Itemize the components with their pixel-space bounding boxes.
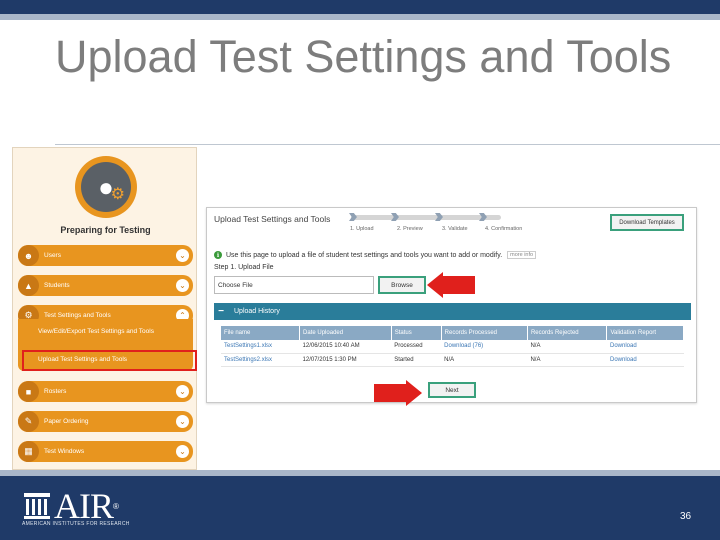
table-cell: N/A [527,353,607,367]
column-header: Validation Report [606,326,684,340]
users-icon: ☻ [18,245,39,266]
graduation-cap-icon: ▲ [18,275,39,296]
step-arrow-icon [391,213,399,221]
red-arrow-icon [427,272,475,298]
title-divider [55,144,720,145]
panel-title: Upload Test Settings and Tools [214,214,331,224]
paper-icon: ✎ [18,411,39,432]
sidebar-subitem-view-edit-export[interactable]: View/Edit/Export Test Settings and Tools [38,327,188,337]
validation-download-link[interactable]: Download [606,353,684,367]
column-header: Status [391,326,442,340]
sidebar-item-label: Students [44,282,70,289]
column-header: File name [221,326,301,340]
upload-history-header[interactable]: − Upload History [214,303,691,320]
step-heading: Step 1. Upload File [214,264,274,271]
browse-button[interactable]: Browse [378,276,426,294]
table-cell: 12/07/2015 1:30 PM [299,353,392,367]
air-logo: AIR ® [22,488,119,524]
sidebar-item-paper-ordering[interactable]: ✎ Paper Ordering ⌄ [18,411,193,432]
logo-text: AIR [54,486,114,526]
info-icon: ℹ [214,251,222,259]
top-band [0,0,720,14]
chevron-down-icon[interactable]: ⌄ [176,445,189,458]
next-button[interactable]: Next [428,382,476,398]
info-text: Use this page to upload a file of studen… [226,251,503,259]
table-cell: Started [391,353,442,367]
choose-file-field[interactable]: Choose File [214,276,374,294]
records-download-link[interactable]: Download (76) [441,340,528,354]
step-arrow-icon [479,213,487,221]
footer-stripe [0,470,720,476]
page-number: 36 [680,511,692,522]
avatar: ● ⚙ [75,156,137,218]
table-cell: N/A [441,353,528,367]
sidebar-item-label: Test Settings and Tools [44,312,111,319]
sidebar-item-rosters[interactable]: ■ Rosters ⌄ [18,381,193,402]
chevron-down-icon[interactable]: ⌄ [176,415,189,428]
sidebar-item-test-windows[interactable]: ▦ Test Windows ⌄ [18,441,193,462]
sidebar-item-label: Rosters [44,388,67,395]
collapse-icon[interactable]: − [214,303,228,320]
validation-download-link[interactable]: Download [606,340,684,354]
file-name-link[interactable]: TestSettings2.xlsx [221,353,300,367]
roster-icon: ■ [18,381,39,402]
step-arrow-icon [435,213,443,221]
step-label: 2. Preview [397,226,423,232]
table-header-row: File name Date Uploaded Status Records P… [221,326,684,340]
more-info-button[interactable]: more info [507,251,537,259]
chevron-down-icon[interactable]: ⌄ [176,249,189,262]
calendar-icon: ▦ [18,441,39,462]
step-label: 1. Upload [350,226,374,232]
upload-history-table: File name Date Uploaded Status Records P… [221,326,684,367]
sidebar-title: Preparing for Testing [60,225,151,235]
building-icon [24,493,50,519]
table-row: TestSettings1.xlsx 12/06/2015 10:40 AM P… [221,340,684,354]
upload-history-title: Upload History [234,308,280,315]
column-header: Records Rejected [527,326,608,340]
info-message: ℹ Use this page to upload a file of stud… [214,251,537,259]
user-gear-icon: ● ⚙ [81,162,131,212]
sidebar-item-label: Users [44,252,61,259]
red-arrow-icon [374,380,422,406]
slide-title: Upload Test Settings and Tools [55,31,672,82]
column-header: Date Uploaded [299,326,392,340]
highlight-box [22,350,197,371]
sidebar-item-label: Test Windows [44,448,85,455]
table-cell: 12/06/2015 10:40 AM [299,340,392,354]
top-stripe [0,14,720,20]
table-cell: Processed [391,340,442,354]
step-label: 3. Validate [442,226,468,232]
table-cell: N/A [527,340,607,354]
download-templates-button[interactable]: Download Templates [610,214,684,231]
step-label: 4. Confirmation [485,226,523,232]
sidebar-item-users[interactable]: ☻ Users ⌄ [18,245,193,266]
logo-subtitle: AMERICAN INSTITUTES FOR RESEARCH [22,521,130,527]
chevron-down-icon[interactable]: ⌄ [176,385,189,398]
sidebar-item-students[interactable]: ▲ Students ⌄ [18,275,193,296]
step-arrow-icon [349,213,357,221]
file-name-link[interactable]: TestSettings1.xlsx [221,340,300,354]
sidebar-screenshot: ● ⚙ Preparing for Testing ☻ Users ⌄ ▲ Stu… [12,147,197,470]
table-row: TestSettings2.xlsx 12/07/2015 1:30 PM St… [221,353,684,367]
step-progress [349,213,501,221]
chevron-down-icon[interactable]: ⌄ [176,279,189,292]
upload-panel-screenshot: Upload Test Settings and Tools 1. Upload… [206,207,697,403]
sidebar-item-label: Paper Ordering [44,418,89,425]
column-header: Records Processed [441,326,528,340]
slide: Upload Test Settings and Tools ● ⚙ Prepar… [0,0,720,540]
